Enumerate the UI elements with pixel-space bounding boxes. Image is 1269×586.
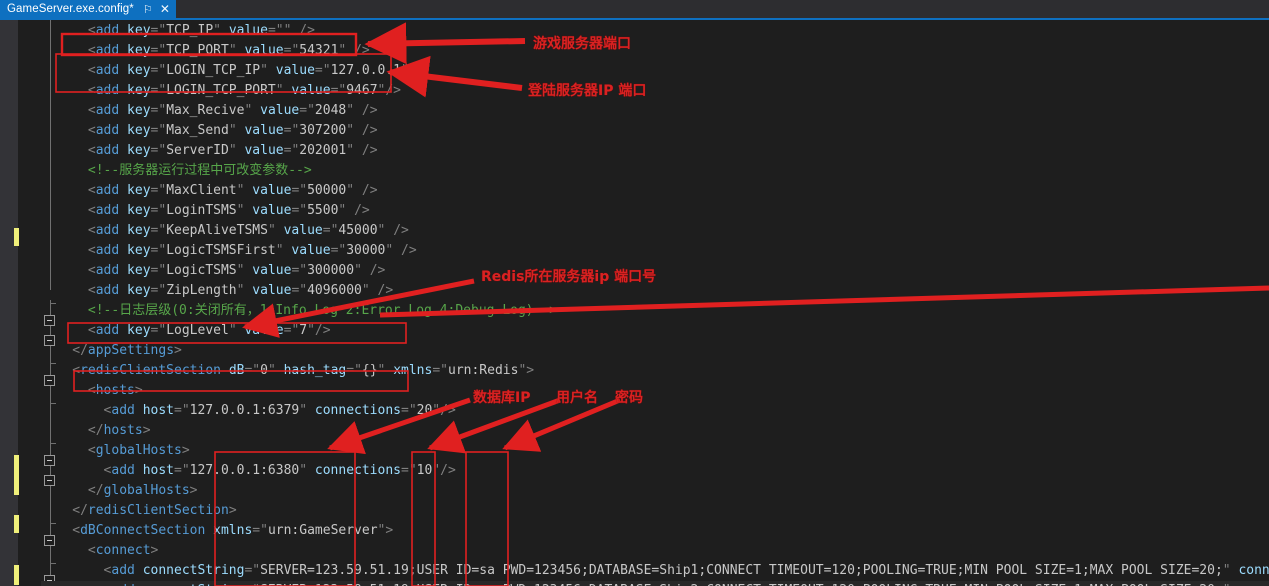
code-line-text: <add key="Max_Send" value="307200" /> xyxy=(87,123,378,138)
code-line[interactable]: </hosts> xyxy=(41,421,151,441)
code-line-text: </globalHosts> xyxy=(87,483,198,498)
code-line-text: <add key="LOGIN_TCP_IP" value="127.0.0.1… xyxy=(87,63,425,78)
code-line[interactable]: <add key="Max_Send" value="307200" /> xyxy=(41,121,378,141)
editor-tab-strip: GameServer.exe.config* ⚐ ✕ xyxy=(0,0,1269,18)
code-line-text: <add key="TCP_PORT" value="54321" /> xyxy=(87,43,370,58)
code-line-text: <dBConnectSection xmlns="urn:GameServer"… xyxy=(72,523,394,538)
code-line[interactable]: <add key="ZipLength" value="4096000" /> xyxy=(41,281,393,301)
code-line[interactable]: <add connectString="SERVER=123.59.51.19;… xyxy=(41,581,1269,586)
code-line-text: <add key="ServerID" value="202001" /> xyxy=(87,143,378,158)
code-line[interactable]: </redisClientSection> xyxy=(41,501,237,521)
code-line[interactable]: <globalHosts> xyxy=(41,441,190,461)
code-line[interactable]: <add key="LogLevel" value="7"/> xyxy=(41,321,331,341)
code-line[interactable]: <add key="TCP_IP" value="" /> xyxy=(41,21,315,41)
code-line[interactable]: <add key="LogicTSMSFirst" value="30000" … xyxy=(41,241,417,261)
code-line-text: <add key="TCP_IP" value="" /> xyxy=(87,23,315,38)
tab-gameserver-exe-config[interactable]: GameServer.exe.config* ⚐ ✕ xyxy=(0,0,176,18)
code-line-text: <hosts> xyxy=(87,383,143,398)
code-line[interactable]: <add key="LoginTSMS" value="5500" /> xyxy=(41,201,370,221)
code-line[interactable]: </appSettings> xyxy=(41,341,182,361)
code-line[interactable]: <add host="127.0.0.1:6380" connections="… xyxy=(41,461,456,481)
code-text-area[interactable]: <add key="TCP_IP" value="" /> <add key="T… xyxy=(41,20,1269,586)
code-line[interactable]: <add key="LogicTSMS" value="300000" /> xyxy=(41,261,385,281)
code-editor[interactable]: <add key="TCP_IP" value="" /> <add key="T… xyxy=(0,20,1269,586)
code-line-text: <add key="LOGIN_TCP_PORT" value="9467"/> xyxy=(87,83,402,98)
code-line[interactable]: <add key="TCP_PORT" value="54321" /> xyxy=(41,41,370,61)
code-line[interactable]: </globalHosts> xyxy=(41,481,198,501)
code-line-text: <add key="LogicTSMSFirst" value="30000" … xyxy=(87,243,417,258)
code-line[interactable]: <!--服务器运行过程中可改变参数--> xyxy=(41,161,312,181)
tab-title: GameServer.exe.config* xyxy=(7,3,134,15)
code-line[interactable]: <add key="LOGIN_TCP_PORT" value="9467"/> xyxy=(41,81,401,101)
code-line-text: </hosts> xyxy=(87,423,151,438)
code-line-text: <!--服务器运行过程中可改变参数--> xyxy=(87,163,312,178)
code-line-text: <connect> xyxy=(87,543,159,558)
pin-icon[interactable]: ⚐ xyxy=(143,4,153,15)
code-line-text: <add connectString="SERVER=123.59.51.19;… xyxy=(103,563,1269,578)
change-bar xyxy=(14,565,19,585)
code-line-text: <add key="Max_Recive" value="2048" /> xyxy=(87,103,378,118)
code-line[interactable]: <!--日志层级(0:关闭所有，1:Info Log 2:Error Log 4… xyxy=(41,301,557,321)
close-icon[interactable]: ✕ xyxy=(160,3,170,15)
code-line-text: <add host="127.0.0.1:6380" connections="… xyxy=(103,463,456,478)
code-line[interactable]: <add key="MaxClient" value="50000" /> xyxy=(41,181,378,201)
code-line[interactable]: <add key="ServerID" value="202001" /> xyxy=(41,141,378,161)
outlining-margin[interactable] xyxy=(18,20,56,586)
code-line-text: <add key="ZipLength" value="4096000" /> xyxy=(87,283,394,298)
code-line-text: <!--日志层级(0:关闭所有，1:Info Log 2:Error Log 4… xyxy=(87,303,558,318)
code-line-text: <redisClientSection dB="0" hash_tag="{}"… xyxy=(72,363,535,378)
change-bar xyxy=(14,455,19,495)
code-line-text: <add host="127.0.0.1:6379" connections="… xyxy=(103,403,456,418)
code-line[interactable]: <add key="LOGIN_TCP_IP" value="127.0.0.1… xyxy=(41,61,425,81)
code-line[interactable]: <hosts> xyxy=(41,381,143,401)
code-line[interactable]: <add key="KeepAliveTSMS" value="45000" /… xyxy=(41,221,409,241)
code-line[interactable]: <dBConnectSection xmlns="urn:GameServer"… xyxy=(41,521,393,541)
code-line-text: <add key="LogLevel" value="7"/> xyxy=(87,323,331,338)
code-line-text: <add key="KeepAliveTSMS" value="45000" /… xyxy=(87,223,409,238)
code-line-text: <add key="MaxClient" value="50000" /> xyxy=(87,183,378,198)
indicator-margin[interactable] xyxy=(0,20,18,586)
code-line[interactable]: <redisClientSection dB="0" hash_tag="{}"… xyxy=(41,361,534,381)
code-line[interactable]: <connect> xyxy=(41,541,158,561)
code-line[interactable]: <add key="Max_Recive" value="2048" /> xyxy=(41,101,378,121)
code-line-text: <add key="LoginTSMS" value="5500" /> xyxy=(87,203,370,218)
code-line-text: </redisClientSection> xyxy=(72,503,237,518)
change-bar xyxy=(14,228,19,246)
change-bar xyxy=(14,515,19,533)
code-line[interactable]: <add host="127.0.0.1:6379" connections="… xyxy=(41,401,456,421)
code-line[interactable]: <add connectString="SERVER=123.59.51.19;… xyxy=(41,561,1269,581)
code-line-text: <add key="LogicTSMS" value="300000" /> xyxy=(87,263,386,278)
code-line-text: <globalHosts> xyxy=(87,443,190,458)
code-line-text: </appSettings> xyxy=(72,343,182,358)
